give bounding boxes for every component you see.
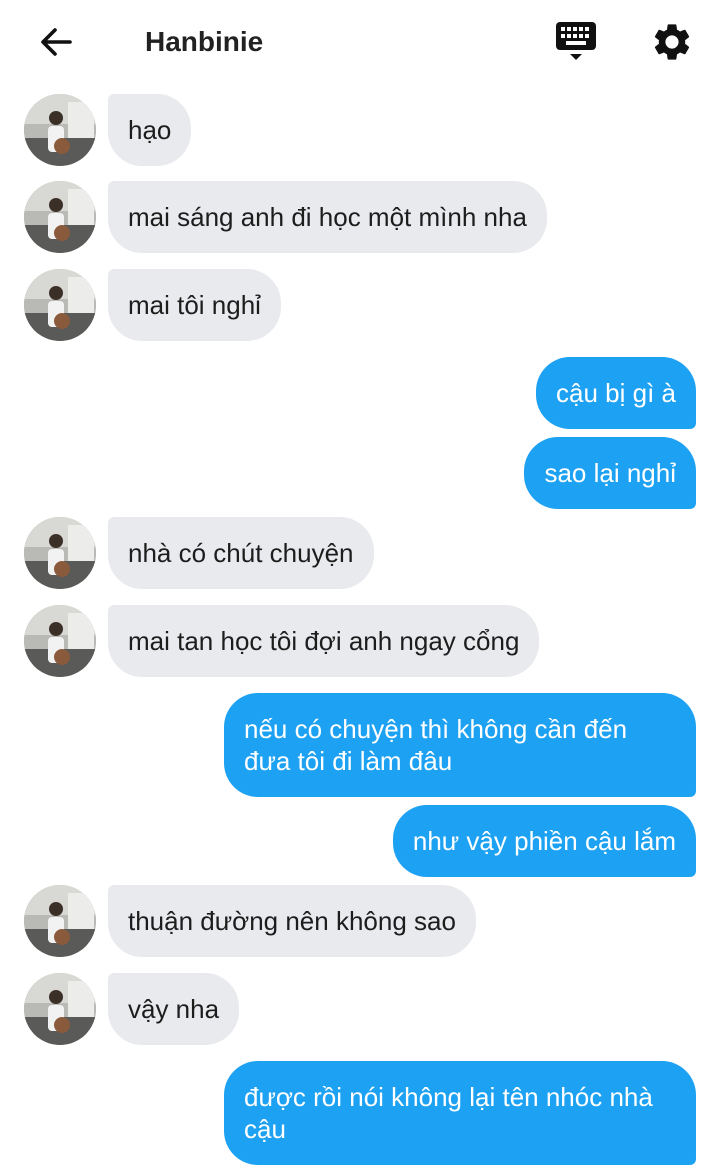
outgoing-message[interactable]: sao lại nghỉ bbox=[524, 437, 696, 509]
avatar-photo bbox=[24, 269, 96, 341]
outgoing-message[interactable]: cậu bị gì à bbox=[536, 357, 696, 429]
message-thread: hạo mai sáng anh đi học một mình nha mai… bbox=[0, 0, 720, 1173]
avatar-photo bbox=[24, 973, 96, 1045]
avatar[interactable] bbox=[24, 885, 96, 957]
incoming-message[interactable]: mai tôi nghỉ bbox=[108, 269, 281, 341]
avatar[interactable] bbox=[24, 94, 96, 166]
outgoing-message[interactable]: được rồi nói không lại tên nhóc nhà cậu bbox=[224, 1061, 696, 1165]
avatar-photo bbox=[24, 517, 96, 589]
avatar[interactable] bbox=[24, 517, 96, 589]
avatar-photo bbox=[24, 94, 96, 166]
incoming-message[interactable]: hạo bbox=[108, 94, 192, 166]
avatar[interactable] bbox=[24, 605, 96, 677]
avatar[interactable] bbox=[24, 269, 96, 341]
avatar-photo bbox=[24, 605, 96, 677]
incoming-message[interactable]: vậy nha bbox=[108, 973, 240, 1045]
outgoing-message[interactable]: nếu có chuyện thì không cần đến đưa tôi … bbox=[224, 693, 696, 797]
incoming-message[interactable]: mai sáng anh đi học một mình nha bbox=[108, 181, 547, 253]
incoming-message[interactable]: mai tan học tôi đợi anh ngay cổng bbox=[108, 605, 540, 677]
outgoing-message[interactable]: như vậy phiền cậu lắm bbox=[392, 805, 696, 877]
avatar-photo bbox=[24, 181, 96, 253]
avatar-photo bbox=[24, 885, 96, 957]
incoming-message[interactable]: nhà có chút chuyện bbox=[108, 517, 374, 589]
avatar[interactable] bbox=[24, 973, 96, 1045]
incoming-message[interactable]: thuận đường nên không sao bbox=[108, 885, 476, 957]
avatar[interactable] bbox=[24, 181, 96, 253]
